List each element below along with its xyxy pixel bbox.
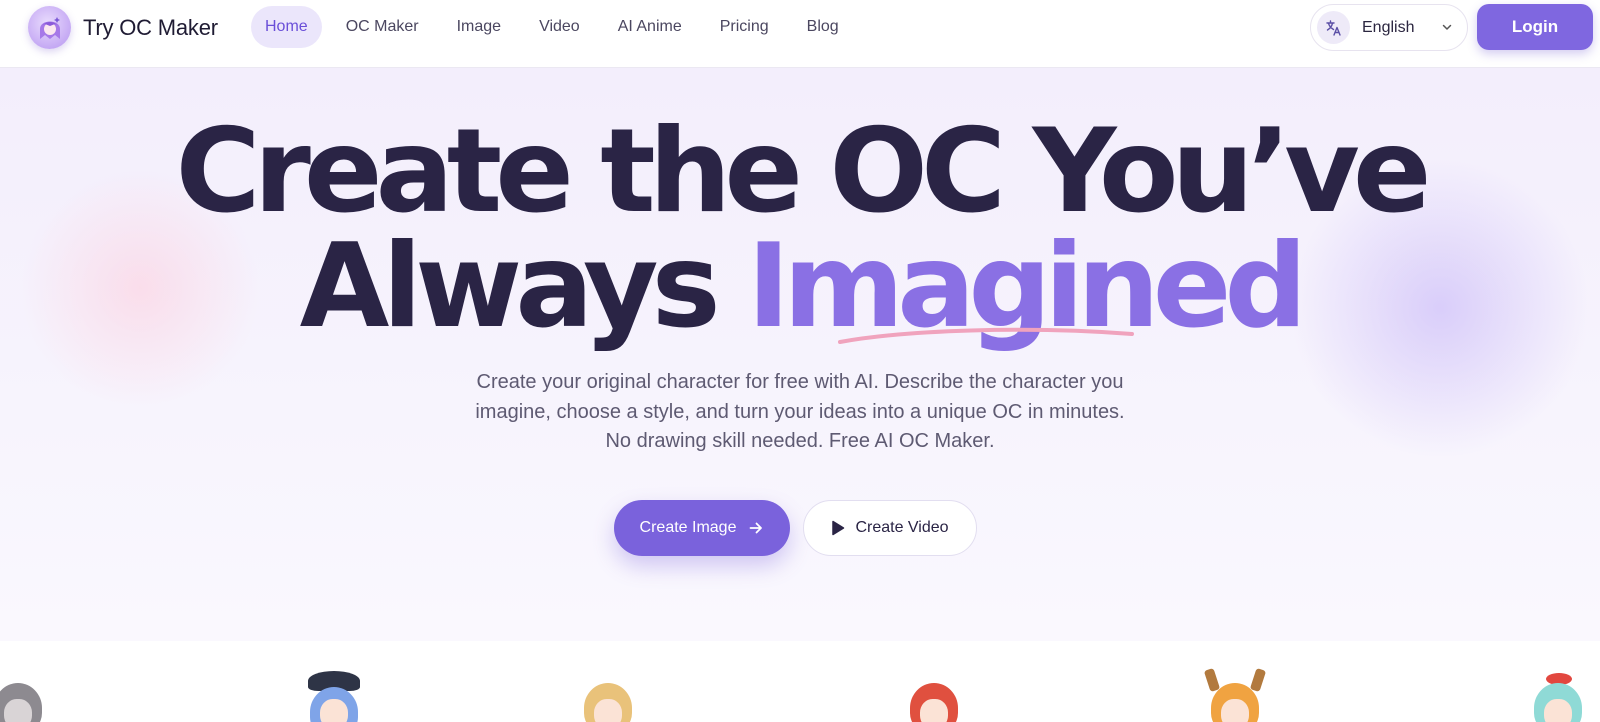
- nav-video[interactable]: Video: [525, 6, 594, 48]
- chevron-down-icon: [1442, 24, 1452, 30]
- arrow-right-icon: [750, 522, 763, 534]
- nav-home[interactable]: Home: [251, 6, 322, 48]
- create-image-button[interactable]: Create Image: [614, 500, 790, 556]
- nav-blog[interactable]: Blog: [793, 6, 853, 48]
- gallery-character-2[interactable]: [304, 671, 364, 722]
- nav-pricing[interactable]: Pricing: [706, 6, 783, 48]
- language-label: English: [1362, 18, 1415, 36]
- hero-headline-line1: Create the OC You’ve: [175, 104, 1432, 239]
- hero-subtitle: Create your original character for free …: [475, 371, 1125, 452]
- gallery-character-5[interactable]: [1203, 667, 1267, 722]
- nav-ai-anime[interactable]: AI Anime: [604, 6, 696, 48]
- anime-girl-avatar-icon: [28, 6, 71, 49]
- create-video-button[interactable]: Create Video: [803, 500, 977, 556]
- main-nav: Home OC Maker Image Video AI Anime Prici…: [251, 6, 863, 48]
- create-video-label: Create Video: [855, 519, 949, 536]
- login-button[interactable]: Login: [1477, 4, 1593, 50]
- brand-link[interactable]: Try OC Maker: [28, 6, 218, 49]
- hero-section: Create the OC You’ve Always Imagined Cre…: [0, 68, 1600, 641]
- nav-image[interactable]: Image: [443, 6, 515, 48]
- headline-plain-text: Always: [299, 219, 748, 354]
- play-icon: [832, 520, 845, 536]
- gallery-character-3[interactable]: [578, 679, 638, 722]
- create-image-label: Create Image: [639, 519, 737, 536]
- top-navbar: Try OC Maker Home OC Maker Image Video A…: [0, 0, 1600, 68]
- language-select[interactable]: English: [1310, 4, 1468, 51]
- gallery-character-4[interactable]: [904, 679, 964, 722]
- headline-underline-swoosh: [838, 327, 1134, 344]
- gallery-character-1[interactable]: [0, 679, 48, 722]
- gallery-character-6[interactable]: [1528, 673, 1588, 722]
- brand-name: Try OC Maker: [83, 14, 218, 40]
- nav-oc-maker[interactable]: OC Maker: [332, 6, 433, 48]
- hero-headline-line2: Always Imagined: [0, 229, 1600, 345]
- translate-icon: [1317, 11, 1350, 44]
- character-gallery-strip: [0, 641, 1600, 722]
